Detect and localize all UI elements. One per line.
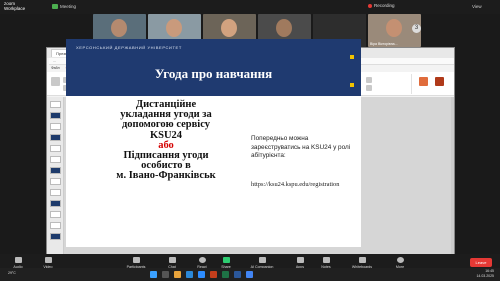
clock-date: 14.03.2025 [476, 274, 494, 278]
slide-thumbnail[interactable] [50, 145, 61, 152]
right-line: абітурієнта: [251, 152, 286, 159]
recording-indicator[interactable]: Recording [368, 3, 395, 8]
zoom-brand-sub: Workplace [4, 6, 26, 11]
windows-taskbar: 29°C 16:45 14.03.2025 [0, 268, 500, 281]
participant-name: Віра Вікторівна... [370, 42, 398, 46]
slide-thumbnail[interactable] [50, 134, 61, 141]
participant-video [166, 19, 182, 37]
replace-icon[interactable] [366, 85, 372, 91]
decor-square-icon [350, 83, 354, 87]
apps-grid-icon [296, 257, 304, 263]
slide-thumbnail[interactable] [50, 189, 61, 196]
current-slide[interactable]: ХЕРСОНСЬКИЙ ДЕРЖАВНИЙ УНІВЕРСИТЕТ Угода … [66, 39, 361, 247]
zoom-logo: zoom Workplace [4, 1, 25, 11]
people-icon [132, 257, 140, 263]
powerpoint-icon[interactable] [210, 271, 217, 278]
vertical-scrollbar[interactable] [451, 97, 454, 254]
slide-thumbnail[interactable] [50, 178, 61, 185]
slide-thumbnail[interactable] [50, 200, 61, 207]
right-text-block: Попередньо можна зареєструватись на KSU2… [251, 135, 361, 161]
slide-thumbnail-panel [47, 97, 64, 254]
recording-label: Recording [374, 3, 395, 8]
slide-title: Угода про навчання [154, 66, 273, 81]
participant-video [221, 19, 237, 37]
word-icon[interactable] [234, 271, 241, 278]
right-line: Попередньо можна [251, 135, 309, 142]
slide-thumbnail[interactable] [50, 233, 61, 240]
slide-thumbnail[interactable] [50, 112, 61, 119]
emoji-icon [198, 257, 206, 263]
chrome-icon[interactable] [246, 271, 253, 278]
camera-icon [44, 257, 52, 263]
slide-thumbnail[interactable] [50, 101, 61, 108]
share-screen-icon [222, 257, 230, 263]
left-text-block: Дистанційне укладання угоди за допомогою… [106, 99, 226, 182]
next-page-button[interactable]: 3 [412, 24, 421, 33]
slide-thumbnail[interactable] [50, 211, 61, 218]
meeting-shield-icon[interactable] [52, 4, 58, 9]
sensitivity-icon[interactable] [435, 77, 444, 86]
record-dot-icon [368, 3, 372, 8]
participant-video [386, 19, 402, 37]
view-button[interactable]: View [472, 4, 482, 9]
excel-icon[interactable] [222, 271, 229, 278]
file-explorer-icon[interactable] [174, 271, 181, 278]
designer-group [413, 74, 453, 94]
zoom-app-icon[interactable] [198, 271, 205, 278]
slide-thumbnail[interactable] [50, 156, 61, 163]
whiteboard-icon [358, 257, 366, 263]
find-icon[interactable] [366, 77, 372, 83]
leave-button[interactable]: Leave [470, 258, 492, 267]
slide-thumbnail[interactable] [50, 167, 61, 174]
editing-group [362, 74, 412, 94]
left-line: м. Івано-Франківськ [116, 170, 216, 182]
start-icon[interactable] [150, 271, 157, 278]
sparkle-icon [258, 257, 266, 263]
chat-icon [168, 257, 176, 263]
notes-icon [322, 257, 330, 263]
search-icon[interactable] [162, 271, 169, 278]
right-line: зареєструватись на KSU24 у ролі [251, 143, 351, 151]
slide-thumbnail[interactable] [50, 123, 61, 130]
paste-icon[interactable] [51, 77, 60, 86]
participant-video [111, 19, 127, 37]
more-dots-icon [396, 257, 404, 263]
meeting-label[interactable]: Meeting [60, 4, 76, 9]
participant-video [276, 19, 292, 37]
zoom-top-bar: zoom Workplace Meeting Recording View [0, 0, 500, 14]
weather-widget[interactable]: 29°C [8, 271, 16, 275]
microphone-icon [14, 257, 22, 263]
designer-icon[interactable] [419, 77, 428, 86]
edge-icon[interactable] [186, 271, 193, 278]
slide-header-band: ХЕРСОНСЬКИЙ ДЕРЖАВНИЙ УНІВЕРСИТЕТ Угода … [66, 39, 361, 96]
ribbon-tab[interactable]: Файл [51, 65, 60, 72]
decor-square-icon [350, 55, 354, 59]
system-clock[interactable]: 16:45 14.03.2025 [476, 269, 494, 279]
registration-link[interactable]: https://ksu24.kspu.edu/registration [251, 181, 339, 188]
university-name: ХЕРСОНСЬКИЙ ДЕРЖАВНИЙ УНІВЕРСИТЕТ [76, 45, 182, 50]
slide-thumbnail[interactable] [50, 222, 61, 229]
